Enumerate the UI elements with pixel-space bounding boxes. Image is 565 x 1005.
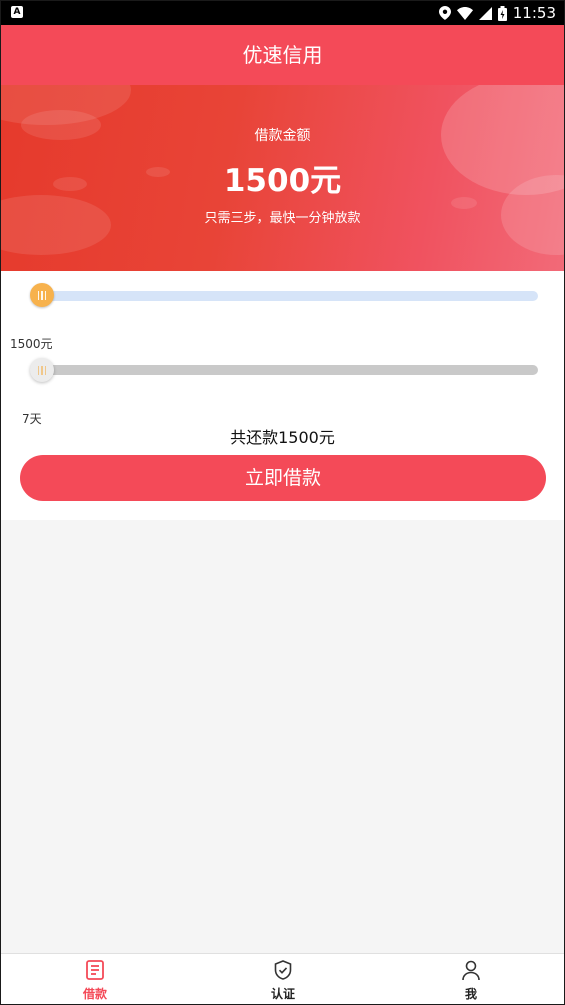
user-icon	[462, 960, 480, 981]
bottom-navigation: 借款 认证 我	[1, 953, 564, 1004]
nav-item-verify[interactable]: 认证	[253, 954, 313, 1004]
days-slider-track[interactable]	[36, 365, 538, 375]
nav-label-verify: 认证	[270, 987, 295, 1001]
loan-document-icon	[86, 960, 104, 980]
status-bar: A 11:53	[1, 1, 564, 25]
wifi-icon	[456, 6, 473, 20]
nav-label-me: 我	[464, 987, 477, 1001]
total-repayment: 共还款1500元	[230, 428, 335, 447]
loan-options-panel: 1500元 7天 共还款1500元 立即借款	[1, 271, 564, 520]
nav-item-me[interactable]: 我	[441, 954, 501, 1004]
amount-slider-track[interactable]	[36, 291, 538, 301]
notification-a-icon: A	[11, 6, 23, 18]
loan-amount-banner: 借款金额 1500元 只需三步，最快一分钟放款	[1, 85, 564, 271]
nav-label-loan: 借款	[82, 987, 107, 1001]
status-time: 11:53	[512, 4, 556, 22]
borrow-now-button[interactable]: 立即借款	[20, 455, 546, 501]
days-slider-handle[interactable]	[30, 358, 54, 382]
app-bar: 优速信用	[1, 25, 564, 85]
amount-slider-value: 1500元	[10, 337, 53, 351]
location-icon	[438, 6, 451, 20]
loan-amount-value: 1500元	[223, 163, 342, 199]
loan-speed-note: 只需三步，最快一分钟放款	[204, 211, 361, 226]
battery-icon	[497, 5, 507, 21]
page-title: 优速信用	[242, 43, 323, 67]
status-bar-right: 11:53	[438, 1, 556, 25]
app-screen: A 11:53 优速信用 借款金额 1500元 只需三步，最快一分钟放款 150…	[0, 0, 565, 1005]
nav-item-loan[interactable]: 借款	[65, 954, 125, 1004]
loan-amount-label: 借款金额	[254, 128, 311, 144]
amount-slider-handle[interactable]	[30, 283, 54, 307]
shield-check-icon	[274, 960, 292, 980]
signal-icon	[478, 6, 492, 20]
